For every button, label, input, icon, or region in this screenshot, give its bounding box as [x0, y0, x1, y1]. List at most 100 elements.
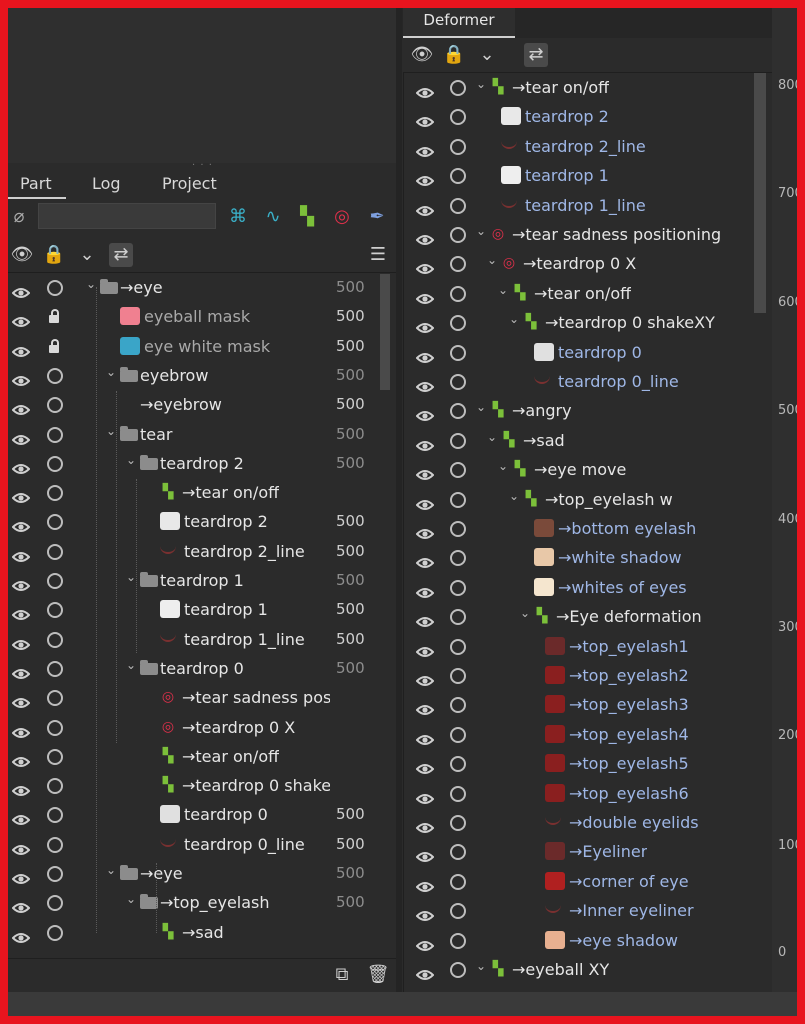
- eye-icon[interactable]: [415, 109, 435, 128]
- chevron-down-icon[interactable]: ⌄: [509, 482, 519, 511]
- unlocked-circle-icon[interactable]: [47, 895, 63, 912]
- pen-icon[interactable]: ✒: [366, 206, 388, 228]
- part-row[interactable]: ⌄ teardrop 1 500: [8, 566, 378, 595]
- unlocked-circle-icon[interactable]: [450, 726, 466, 743]
- eye-icon[interactable]: [415, 609, 435, 628]
- tab-project[interactable]: Project: [162, 174, 217, 193]
- deformer-row[interactable]: →bottom eyelash: [404, 514, 772, 543]
- unlocked-circle-icon[interactable]: [47, 280, 63, 296]
- unlocked-circle-icon[interactable]: [47, 397, 63, 414]
- unlocked-circle-icon[interactable]: [450, 315, 466, 332]
- deformer-row[interactable]: ⌄ ◎ →tear sadness positioning: [404, 220, 772, 249]
- eye-icon[interactable]: [415, 874, 435, 892]
- part-row[interactable]: ⌄ →eye 500: [8, 273, 378, 302]
- unlocked-circle-icon[interactable]: [47, 690, 63, 707]
- eye-icon[interactable]: [11, 778, 31, 797]
- eye-icon[interactable]: [11, 807, 31, 826]
- eye-icon[interactable]: [11, 456, 31, 474]
- panel-resize-grip[interactable]: · · ·: [192, 161, 213, 171]
- add-warp-deformer-icon[interactable]: ▚: [296, 206, 318, 228]
- search-input[interactable]: [38, 203, 216, 229]
- deformer-row[interactable]: ⌄ ▚ →teardrop 0 shakeXY: [404, 305, 772, 337]
- eye-icon[interactable]: [415, 550, 435, 569]
- chevron-down-icon[interactable]: ⌄: [476, 73, 486, 99]
- chevron-down-icon[interactable]: ⌄: [487, 246, 497, 275]
- deformer-row[interactable]: ⌄ ▚ →tear on/off: [404, 73, 772, 102]
- warp-deformer-icon[interactable]: ⌘: [227, 206, 249, 228]
- unlocked-circle-icon[interactable]: [450, 815, 466, 831]
- eye-icon[interactable]: [415, 521, 435, 539]
- deformer-row[interactable]: →top_eyelash4: [404, 720, 772, 749]
- part-row[interactable]: ▚ →tear on/off: [8, 742, 378, 771]
- deformer-row[interactable]: ⌄ ▚ →sad: [404, 426, 772, 455]
- unlocked-circle-icon[interactable]: [450, 903, 466, 920]
- chevron-down-icon[interactable]: ⌄: [509, 305, 519, 334]
- chevron-down-icon[interactable]: ⌄: [126, 446, 136, 475]
- eye-icon[interactable]: [415, 668, 435, 686]
- eye-icon[interactable]: [11, 339, 31, 357]
- eye-icon[interactable]: [415, 227, 435, 245]
- eye-icon[interactable]: [415, 139, 435, 157]
- unlocked-circle-icon[interactable]: [450, 844, 466, 861]
- eye-icon[interactable]: [415, 80, 435, 98]
- part-row[interactable]: teardrop 2 500: [8, 507, 378, 536]
- unlocked-circle-icon[interactable]: [450, 197, 466, 214]
- unlocked-circle-icon[interactable]: [450, 579, 466, 596]
- chevron-down-icon[interactable]: ⌄: [106, 417, 116, 446]
- deformer-row[interactable]: →top_eyelash6: [404, 779, 772, 808]
- deformer-row[interactable]: ⌄ ▚ →top_eyelash w: [404, 482, 772, 514]
- chevron-down-icon[interactable]: ⌄: [106, 856, 116, 885]
- part-row[interactable]: eye white mask 500: [8, 332, 378, 361]
- part-row[interactable]: ⌄ eyebrow 500: [8, 361, 378, 390]
- deformer-row[interactable]: →top_eyelash5: [404, 749, 772, 778]
- unlocked-circle-icon[interactable]: [450, 550, 466, 567]
- unlocked-circle-icon[interactable]: [47, 660, 63, 677]
- eye-icon[interactable]: [415, 639, 435, 657]
- eye-icon[interactable]: [11, 280, 31, 298]
- part-row[interactable]: ◎ →tear sadness posi: [8, 683, 378, 712]
- unlocked-circle-icon[interactable]: [47, 543, 63, 560]
- deformer-row[interactable]: ⌄ ▚ →tear on/off: [404, 276, 772, 308]
- part-scrollbar[interactable]: [380, 274, 390, 390]
- lock-icon[interactable]: [47, 338, 63, 355]
- eye-icon[interactable]: [415, 286, 435, 304]
- part-row[interactable]: ▚ →sad: [8, 918, 378, 947]
- eye-icon[interactable]: [415, 815, 435, 833]
- eye-icon[interactable]: [415, 903, 435, 922]
- unlocked-circle-icon[interactable]: [450, 374, 466, 390]
- chevron-down-icon[interactable]: ⌄: [86, 270, 96, 299]
- eye-icon[interactable]: [415, 962, 435, 980]
- eye-icon[interactable]: [415, 492, 435, 510]
- collapse-all-icon[interactable]: ⌄: [475, 43, 499, 67]
- eye-icon[interactable]: [415, 315, 435, 334]
- filter-off-icon[interactable]: ⌀: [8, 206, 30, 228]
- swap-icon[interactable]: ⇄: [524, 43, 548, 67]
- eye-icon[interactable]: [415, 727, 435, 745]
- eye-icon[interactable]: [11, 485, 31, 504]
- unlocked-circle-icon[interactable]: [450, 403, 466, 420]
- eye-icon[interactable]: [11, 661, 31, 679]
- unlocked-circle-icon[interactable]: [450, 344, 466, 361]
- unlocked-circle-icon[interactable]: [450, 668, 466, 684]
- eye-icon[interactable]: [415, 374, 435, 392]
- unlocked-circle-icon[interactable]: [450, 521, 466, 537]
- unlocked-circle-icon[interactable]: [47, 602, 63, 619]
- unlocked-circle-icon[interactable]: [47, 924, 63, 941]
- glue-icon[interactable]: ∿: [262, 206, 284, 228]
- chevron-down-icon[interactable]: ⌄: [498, 276, 508, 305]
- chevron-down-icon[interactable]: ⌄: [476, 393, 486, 422]
- add-rotation-deformer-icon[interactable]: ◎: [331, 206, 353, 228]
- deformer-row[interactable]: →white shadow: [404, 543, 772, 572]
- tab-part[interactable]: Part: [8, 174, 66, 199]
- part-row[interactable]: teardrop 1_line 500: [8, 625, 378, 654]
- part-row[interactable]: eyeball mask 500: [8, 302, 378, 331]
- deformer-row[interactable]: teardrop 0_line: [404, 367, 772, 396]
- deformer-row[interactable]: →top_eyelash1: [404, 632, 772, 661]
- unlocked-circle-icon[interactable]: [450, 285, 466, 302]
- lock-icon[interactable]: 🔒: [442, 43, 466, 67]
- chevron-down-icon[interactable]: ⌄: [126, 885, 136, 914]
- chevron-down-icon[interactable]: ⌄: [126, 651, 136, 680]
- deformer-row[interactable]: ⌄ ▚ →eye move: [404, 455, 772, 484]
- deformer-row[interactable]: →corner of eye: [404, 867, 772, 896]
- eye-icon[interactable]: [415, 697, 435, 716]
